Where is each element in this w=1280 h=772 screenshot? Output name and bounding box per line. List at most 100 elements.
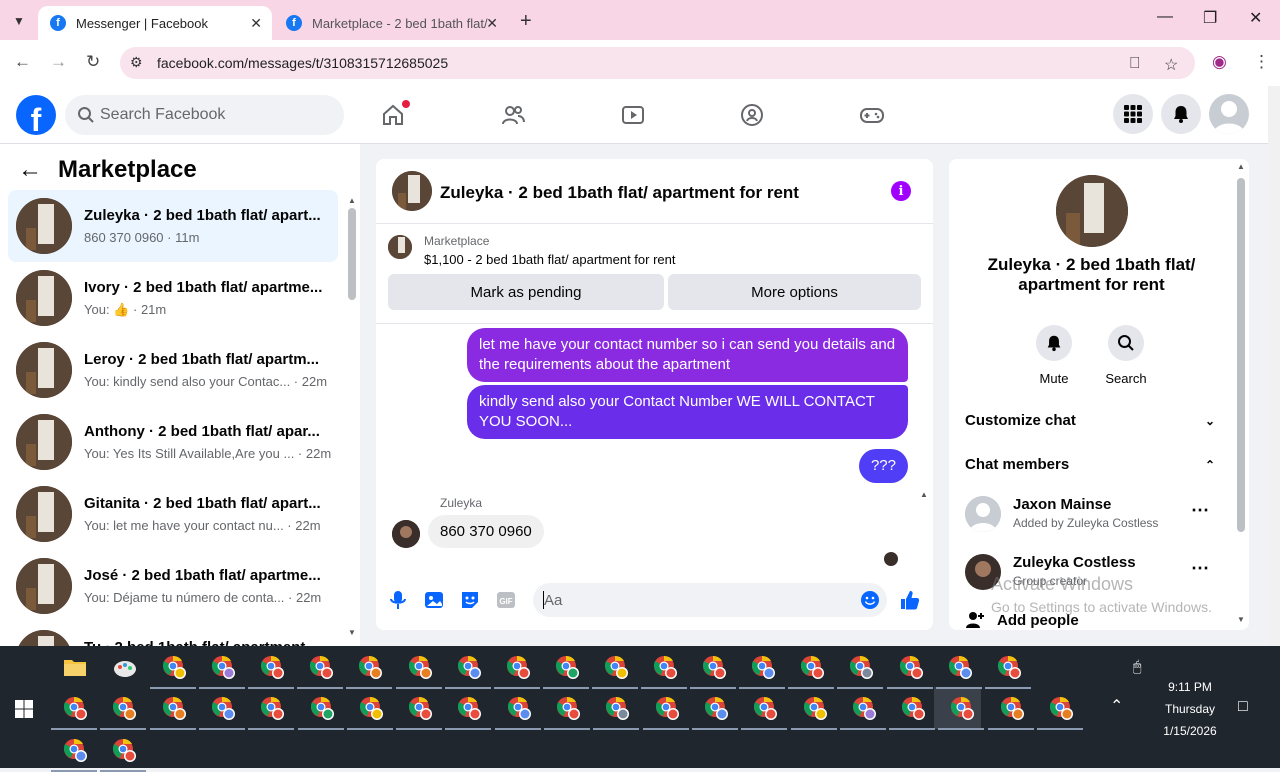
- chrome-profile-icon[interactable]: [211, 696, 237, 722]
- back-button[interactable]: ←: [14, 52, 31, 72]
- profile-icon[interactable]: ◉: [1212, 52, 1227, 72]
- chat-member[interactable]: Jaxon Mainse Added by Zuleyka Costless ⋯: [965, 494, 1225, 538]
- conversation-item[interactable]: José · 2 bed 1bath flat/ apartme... You:…: [8, 550, 338, 622]
- facebook-logo[interactable]: f: [16, 95, 56, 135]
- conversation-item[interactable]: Ivory · 2 bed 1bath flat/ apartme... You…: [8, 262, 338, 334]
- listing-title[interactable]: $1,100 - 2 bed 1bath flat/ apartment for…: [424, 252, 676, 267]
- conversation-item[interactable]: Anthony · 2 bed 1bath flat/ apar... You:…: [8, 406, 338, 478]
- chrome-profile-icon[interactable]: [704, 696, 730, 722]
- chrome-profile-icon[interactable]: [653, 655, 679, 681]
- menu-grid-button[interactable]: [1113, 94, 1153, 134]
- chrome-profile-icon[interactable]: [260, 696, 286, 722]
- conversation-item[interactable]: Gitanita · 2 bed 1bath flat/ apart... Yo…: [8, 478, 338, 550]
- chrome-profile-icon[interactable]: [950, 696, 976, 722]
- chrome-profile-icon[interactable]: [556, 696, 582, 722]
- outgoing-message[interactable]: let me have your contact number so i can…: [467, 328, 908, 382]
- details-scrollbar[interactable]: ▲ ▼: [1234, 160, 1248, 630]
- info-icon[interactable]: i: [891, 181, 911, 201]
- chat-title[interactable]: Zuleyka · 2 bed 1bath flat/ apartment fo…: [440, 183, 799, 203]
- chrome-profile-icon[interactable]: [948, 655, 974, 681]
- notifications-button[interactable]: [1161, 94, 1201, 134]
- site-info-icon[interactable]: ⚙: [130, 54, 143, 71]
- minimize-button[interactable]: —: [1157, 8, 1173, 26]
- sender-avatar[interactable]: [392, 520, 420, 548]
- facebook-search-input[interactable]: Search Facebook: [65, 95, 344, 135]
- chrome-profile-icon[interactable]: [112, 696, 138, 722]
- new-tab-button[interactable]: +: [520, 10, 532, 33]
- chrome-menu-icon[interactable]: ⋮: [1253, 52, 1270, 72]
- friends-icon[interactable]: [500, 102, 526, 128]
- sticker-icon[interactable]: [459, 589, 481, 611]
- chrome-profile-icon[interactable]: [63, 738, 89, 764]
- close-icon[interactable]: ✕: [250, 15, 262, 32]
- tab-marketplace[interactable]: f Marketplace - 2 bed 1bath flat/ ✕: [274, 6, 508, 40]
- address-bar[interactable]: ⚙ facebook.com/messages/t/31083157126850…: [120, 47, 1195, 79]
- listing-thumbnail[interactable]: [388, 235, 412, 259]
- more-options-button[interactable]: More options: [668, 274, 921, 310]
- chrome-profile-icon[interactable]: [358, 655, 384, 681]
- gif-icon[interactable]: GIF: [495, 589, 517, 611]
- forward-button[interactable]: →: [50, 52, 67, 72]
- message-input[interactable]: Aa: [533, 583, 887, 617]
- chrome-profile-icon[interactable]: [112, 738, 138, 764]
- chrome-profile-icon[interactable]: [260, 655, 286, 681]
- chrome-profile-icon[interactable]: [751, 655, 777, 681]
- chrome-profile-icon[interactable]: [359, 696, 385, 722]
- close-icon[interactable]: ✕: [486, 15, 498, 32]
- chrome-profile-icon[interactable]: [507, 696, 533, 722]
- chrome-profile-icon[interactable]: [1000, 696, 1026, 722]
- install-app-icon[interactable]: ⎕: [1130, 55, 1140, 73]
- incoming-message[interactable]: 860 370 0960: [428, 515, 544, 548]
- microphone-icon[interactable]: [387, 589, 409, 611]
- chrome-profile-icon[interactable]: [605, 696, 631, 722]
- mark-as-pending-button[interactable]: Mark as pending: [388, 274, 664, 310]
- chrome-profile-icon[interactable]: [457, 655, 483, 681]
- customize-chat-section[interactable]: Customize chat ⌄: [965, 412, 1219, 429]
- search-conversation-button[interactable]: Search: [1096, 325, 1156, 386]
- chrome-profile-icon[interactable]: [899, 655, 925, 681]
- windows-start-icon[interactable]: [15, 700, 33, 718]
- tab-search-button[interactable]: ▼: [8, 10, 30, 32]
- chrome-profile-icon[interactable]: [506, 655, 532, 681]
- mute-button[interactable]: Mute: [1024, 325, 1084, 386]
- photo-icon[interactable]: [423, 589, 445, 611]
- account-avatar[interactable]: [1209, 94, 1249, 134]
- chrome-profile-icon[interactable]: [555, 655, 581, 681]
- show-hidden-icons[interactable]: ⌃: [1110, 696, 1123, 716]
- file-explorer-icon[interactable]: [63, 655, 89, 681]
- chrome-profile-icon[interactable]: [408, 696, 434, 722]
- chat-avatar[interactable]: [392, 171, 432, 211]
- restore-button[interactable]: ❐: [1203, 8, 1217, 28]
- chrome-profile-icon[interactable]: [211, 655, 237, 681]
- chat-profile-photo[interactable]: [1056, 175, 1128, 247]
- chrome-profile-icon[interactable]: [162, 655, 188, 681]
- chat-member[interactable]: Zuleyka Costless Group creator ⋯: [965, 552, 1225, 596]
- more-options-icon[interactable]: ⋯: [1191, 500, 1210, 521]
- network-icon[interactable]: 🖱: [1133, 658, 1141, 675]
- conversation-item[interactable]: Leroy · 2 bed 1bath flat/ apartm... You:…: [8, 334, 338, 406]
- chrome-profile-icon[interactable]: [997, 655, 1023, 681]
- groups-icon[interactable]: [739, 102, 765, 128]
- notification-center-icon[interactable]: □: [1238, 698, 1248, 716]
- chrome-profile-icon[interactable]: [803, 696, 829, 722]
- more-options-icon[interactable]: ⋯: [1191, 558, 1210, 579]
- emoji-icon[interactable]: [860, 590, 880, 610]
- chrome-profile-icon[interactable]: [753, 696, 779, 722]
- video-icon[interactable]: [620, 102, 646, 128]
- chrome-profile-icon[interactable]: [310, 696, 336, 722]
- add-people-button[interactable]: Add people: [965, 610, 1079, 630]
- chrome-profile-icon[interactable]: [901, 696, 927, 722]
- chrome-profile-icon[interactable]: [849, 655, 875, 681]
- chrome-profile-icon[interactable]: [457, 696, 483, 722]
- back-arrow-icon[interactable]: ←: [18, 156, 42, 184]
- chrome-profile-icon[interactable]: [852, 696, 878, 722]
- gaming-icon[interactable]: [859, 102, 885, 128]
- paint-icon[interactable]: [112, 655, 138, 681]
- outgoing-message[interactable]: kindly send also your Contact Number WE …: [467, 385, 908, 439]
- page-scrollbar[interactable]: [1268, 86, 1280, 646]
- thumbs-up-icon[interactable]: [899, 589, 921, 611]
- inbox-scrollbar[interactable]: ▲ ▼: [345, 196, 359, 637]
- chrome-profile-icon[interactable]: [162, 696, 188, 722]
- bookmark-star-icon[interactable]: ☆: [1164, 55, 1178, 75]
- reload-button[interactable]: ↻: [86, 52, 100, 72]
